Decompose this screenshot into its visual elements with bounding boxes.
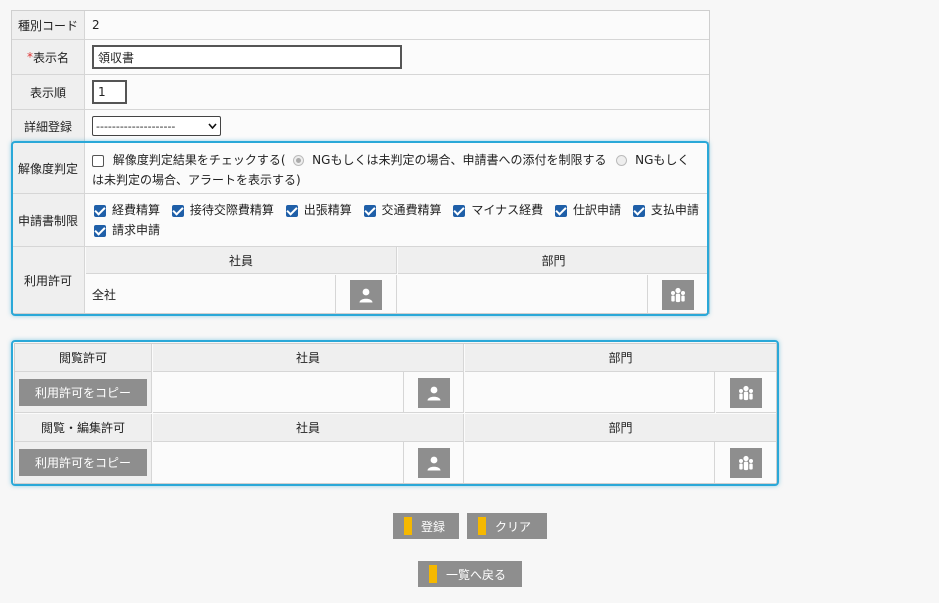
permissions-table: 閲覧許可 利用許可をコピー 社員 部門 閲覧・編集許可 利用許可をコピー 社員 … (14, 343, 777, 484)
detail-select[interactable]: -------------------- (92, 116, 221, 136)
edit-department-field (465, 442, 715, 483)
usage-label: 利用許可 (12, 247, 85, 313)
view-department-field (465, 372, 715, 413)
resolution-checkbox[interactable] (92, 154, 104, 167)
resolution-radio-alert[interactable] (616, 155, 628, 166)
row-display-name: * 表示名 領収書 (12, 40, 709, 75)
row-type-code: 種別コード 2 (12, 11, 709, 40)
restriction-checkbox-transport[interactable] (363, 204, 376, 217)
resolution-radio-restrict[interactable] (293, 155, 305, 166)
restriction-label: 申請書制限 (12, 194, 85, 246)
category-form: 種別コード 2 * 表示名 領収書 表示順 1 詳細登録 ------------… (11, 10, 710, 314)
restriction-label-invoice: 請求申請 (112, 223, 161, 237)
view-department-picker-button[interactable] (730, 378, 762, 408)
person-icon (359, 288, 373, 303)
usage-employee-value: 全社 (92, 287, 117, 302)
yellow-bar-icon (478, 517, 486, 535)
back-button-label: 一覧へ戻る (446, 567, 507, 582)
restriction-label-travel: 出張精算 (303, 203, 352, 217)
usage-department-header: 部門 (398, 247, 709, 274)
row-resolution: 解像度判定 解像度判定結果をチェックする( NGもしくは未判定の場合、申請書への… (12, 143, 709, 194)
person-icon (427, 386, 441, 401)
group-icon (671, 287, 685, 303)
restriction-checkbox-expense[interactable] (94, 204, 106, 217)
resolution-label: 解像度判定 (12, 143, 85, 193)
yellow-bar-icon (429, 565, 437, 583)
restriction-checkbox-journal[interactable] (554, 204, 567, 217)
edit-department-header: 部門 (465, 414, 776, 442)
display-name-label: 表示名 (32, 50, 69, 65)
restriction-label-payment: 支払申請 (650, 203, 699, 217)
restriction-checkbox-entertainment[interactable] (171, 204, 184, 217)
register-button[interactable]: 登録 (393, 513, 459, 539)
group-icon (739, 455, 753, 471)
restriction-checkbox-invoice[interactable] (94, 224, 106, 237)
resolution-option-alert-b: は未判定の場合、アラートを表示する) (92, 173, 301, 187)
restriction-checkbox-payment[interactable] (632, 204, 645, 217)
restriction-label-journal: 仕訳申請 (572, 203, 621, 217)
usage-employee-header: 社員 (86, 247, 397, 274)
detail-label: 詳細登録 (12, 110, 85, 142)
restriction-checkbox-minus[interactable] (453, 204, 466, 217)
view-copy-button[interactable]: 利用許可をコピー (19, 379, 147, 406)
edit-department-picker-button[interactable] (730, 448, 762, 478)
restriction-label-entertainment: 接待交際費精算 (189, 203, 274, 217)
row-display-order: 表示順 1 (12, 75, 709, 110)
display-order-value: 1 (98, 85, 106, 99)
restriction-checkbox-travel[interactable] (285, 204, 298, 217)
display-name-label-cell: * 表示名 (12, 40, 85, 74)
person-icon (427, 456, 441, 471)
view-employee-header: 社員 (153, 344, 464, 372)
edit-employee-picker-button[interactable] (418, 448, 450, 478)
display-name-value: 領収書 (98, 50, 135, 65)
yellow-bar-icon (404, 517, 412, 535)
edit-employee-header: 社員 (153, 414, 464, 442)
display-name-input[interactable]: 領収書 (92, 45, 402, 69)
type-code-label: 種別コード (12, 11, 85, 39)
view-employee-picker-button[interactable] (418, 378, 450, 408)
view-employee-field (153, 372, 404, 413)
display-order-label: 表示順 (12, 75, 85, 109)
usage-department-picker-button[interactable] (662, 280, 694, 310)
restriction-label-expense: 経費精算 (112, 203, 161, 217)
edit-employee-field (153, 442, 404, 483)
register-button-label: 登録 (421, 519, 446, 534)
view-department-header: 部門 (465, 344, 776, 372)
row-restriction: 申請書制限 経費精算 接待交際費精算 出張精算 交通費精算 マイナス経費 仕訳申… (12, 194, 709, 247)
row-usage: 利用許可 社員 部門 全社 (12, 247, 709, 313)
restriction-label-minus: マイナス経費 (471, 203, 544, 217)
resolution-check-text: 解像度判定結果をチェックする( (112, 153, 286, 167)
edit-copy-button[interactable]: 利用許可をコピー (19, 449, 147, 476)
clear-button-label: クリア (495, 519, 532, 534)
edit-permission-label: 閲覧・編集許可 (15, 414, 152, 442)
view-permission-label: 閲覧許可 (15, 344, 152, 372)
type-code-value: 2 (92, 18, 100, 32)
restriction-label-transport: 交通費精算 (381, 203, 442, 217)
row-detail: 詳細登録 -------------------- (12, 110, 709, 143)
resolution-option-restrict: NGもしくは未判定の場合、申請書への添付を制限する (312, 153, 607, 167)
resolution-option-alert-a: NGもしく (635, 153, 690, 167)
detail-select-value: -------------------- (96, 119, 176, 133)
chevron-down-icon (208, 123, 217, 129)
usage-employee-picker-button[interactable] (350, 280, 382, 310)
back-to-list-button[interactable]: 一覧へ戻る (418, 561, 522, 587)
display-order-input[interactable]: 1 (92, 80, 127, 104)
clear-button[interactable]: クリア (467, 513, 547, 539)
group-icon (739, 385, 753, 401)
